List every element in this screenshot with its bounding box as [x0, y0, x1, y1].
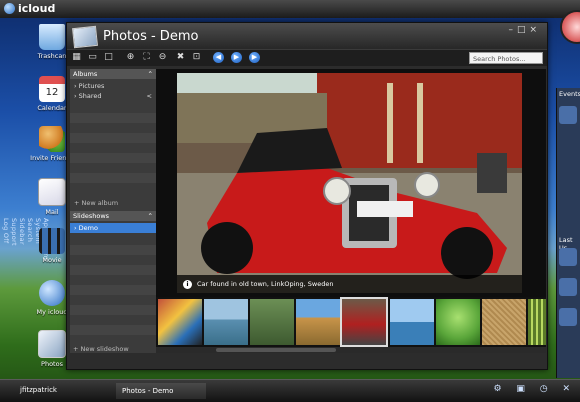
close-button[interactable]: ×	[529, 25, 541, 35]
main-photo[interactable]	[177, 73, 522, 293]
new-slideshow-button[interactable]: + New slideshow	[73, 345, 129, 353]
thumbnail[interactable]	[390, 299, 434, 345]
album-list-empty	[70, 103, 156, 193]
events-panel: Events Last Us	[556, 88, 580, 378]
zoom-in-icon[interactable]: ⊕	[125, 52, 136, 63]
recent-item-icon[interactable]	[559, 248, 577, 266]
fit-icon[interactable]: ⛶	[141, 52, 152, 63]
slideshows-header[interactable]: Slideshows ⌃	[70, 211, 156, 221]
my-icloud-icon	[39, 280, 65, 306]
mail-icon	[38, 178, 66, 206]
photo-viewer: i Car found in old town, LinkOping, Swede…	[156, 69, 546, 297]
collapse-icon[interactable]: ⌃	[148, 69, 153, 79]
brand-text: icloud	[18, 2, 56, 15]
info-icon[interactable]: i	[183, 279, 192, 289]
trashcan-icon	[39, 24, 65, 50]
photo-caption: Car found in old town, LinkOping, Sweden	[197, 280, 334, 288]
movie-icon	[39, 228, 65, 254]
delete-icon[interactable]: ✖	[175, 52, 186, 63]
previous-icon[interactable]: ◀	[213, 52, 224, 63]
photos-window: Photos - Demo –□× ▦ ▭ □ ⊕ ⛶ ⊖ ✖ ⊡ ◀ ▶ ▶ …	[66, 22, 548, 370]
photos-app-icon	[72, 25, 98, 49]
recent-item-icon[interactable]	[559, 278, 577, 296]
search-input[interactable]: Search Photos...	[469, 52, 543, 64]
photos-sidebar: Albums ⌃ › Pictures › Shared < + New album…	[70, 69, 156, 353]
next-icon[interactable]: ▶	[249, 52, 260, 63]
new-album-button[interactable]: + New album	[74, 199, 118, 207]
album-item-pictures[interactable]: › Pictures	[70, 81, 156, 91]
events-title: Events	[559, 90, 580, 98]
single-view-icon[interactable]: □	[103, 52, 114, 63]
slideshow-label: Demo	[78, 224, 98, 232]
albums-header-label: Albums	[73, 70, 98, 78]
share-icon: <	[146, 92, 152, 100]
album-label: Shared	[78, 92, 102, 100]
filmstrip-view-icon[interactable]: ▭	[87, 52, 98, 63]
icloud-logo-icon	[4, 3, 15, 14]
window-titlebar[interactable]: Photos - Demo –□×	[67, 23, 547, 49]
photo-toolbar: ▦ ▭ □ ⊕ ⛶ ⊖ ✖ ⊡ ◀ ▶ ▶ Search Photos...	[67, 49, 547, 66]
thumbnail[interactable]	[528, 299, 546, 345]
event-icon[interactable]	[559, 106, 577, 124]
system-tray[interactable]: ⚙ ▣ ◷ ✕	[493, 384, 576, 394]
menu-sidebar[interactable]: Sidebar	[18, 218, 26, 261]
brand-logo[interactable]: icloud	[4, 2, 55, 15]
thumbnail[interactable]	[296, 299, 340, 345]
filmstrip-scrollbar[interactable]	[156, 347, 546, 353]
maximize-button[interactable]: □	[517, 25, 530, 35]
scrollbar-thumb[interactable]	[216, 348, 336, 352]
filmstrip	[156, 297, 546, 347]
clock-widget	[560, 10, 580, 44]
thumbnail[interactable]	[204, 299, 248, 345]
zoom-out-icon[interactable]: ⊖	[157, 52, 168, 63]
calendar-icon: 12	[39, 76, 65, 102]
menu-logoff[interactable]: Log Off	[2, 218, 10, 261]
thumbnail[interactable]	[158, 299, 202, 345]
minimize-button[interactable]: –	[508, 25, 517, 35]
slideshow-list-empty	[70, 235, 156, 345]
photo-caption-bar: i Car found in old town, LinkOping, Swede…	[177, 275, 522, 293]
thumbnail[interactable]	[436, 299, 480, 345]
thumbnail[interactable]	[250, 299, 294, 345]
slideshow-item-demo[interactable]: › Demo	[70, 223, 156, 233]
fullscreen-icon[interactable]: ⊡	[191, 52, 202, 63]
play-icon[interactable]: ▶	[231, 52, 242, 63]
top-bar: icloud	[0, 0, 580, 18]
slideshows-header-label: Slideshows	[73, 212, 110, 220]
window-title: Photos - Demo	[103, 29, 199, 44]
menu-support[interactable]: Support	[10, 218, 18, 261]
taskbar: jfitzpatrick Photos - Demo ⚙ ▣ ◷ ✕	[0, 379, 580, 402]
invite-friends-icon	[39, 126, 65, 152]
window-controls: –□×	[508, 25, 541, 35]
recent-item-icon[interactable]	[559, 308, 577, 326]
grid-view-icon[interactable]: ▦	[71, 52, 82, 63]
photos-icon	[38, 330, 66, 358]
username[interactable]: jfitzpatrick	[20, 386, 57, 394]
car-photo-image	[177, 73, 522, 293]
albums-header[interactable]: Albums ⌃	[70, 69, 156, 79]
thumbnail[interactable]	[482, 299, 526, 345]
album-label: Pictures	[78, 82, 105, 90]
thumbnail-selected[interactable]	[340, 297, 388, 347]
collapse-icon[interactable]: ⌃	[148, 211, 153, 221]
taskbar-item-photos[interactable]: Photos - Demo	[116, 383, 206, 399]
album-item-shared[interactable]: › Shared <	[70, 91, 156, 101]
